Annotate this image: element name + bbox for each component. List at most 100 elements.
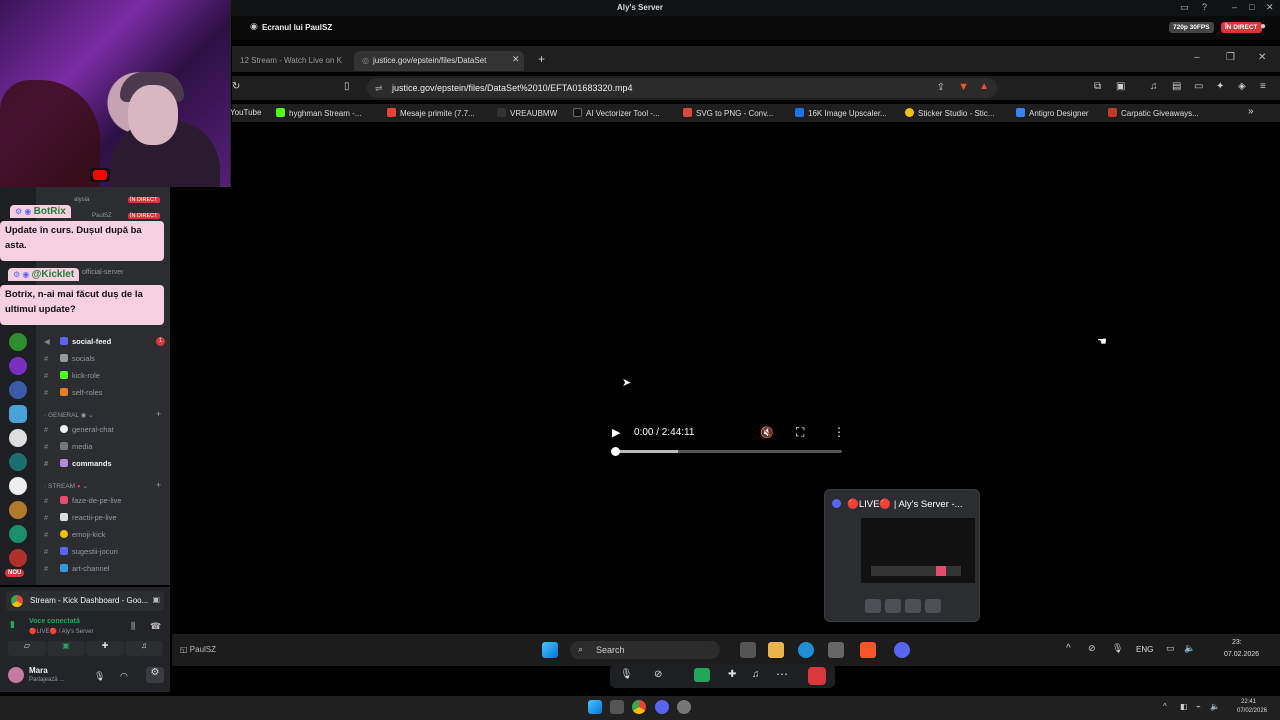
discord-icon[interactable] [655,700,669,714]
clock-date[interactable]: 07/02/2026 [1237,708,1267,714]
channel-self-roles[interactable]: # self-roles [44,388,102,397]
more-bookmarks-icon[interactable]: » [1248,106,1254,117]
channel-kick-role[interactable]: # kick-role [44,371,100,380]
clock-time[interactable]: 23: [1232,639,1242,646]
channel-commands[interactable]: # commands [44,459,112,468]
task-view-icon[interactable] [740,642,756,658]
minimize-browser-button[interactable]: – [1194,52,1200,63]
disconnect-button[interactable] [808,667,826,685]
disconnect-icon[interactable] [925,599,941,613]
start-menu-icon[interactable] [542,642,558,658]
chat-bubble-icon[interactable]: ● [1260,21,1266,32]
site-info-icon[interactable]: ⇌ [375,83,383,94]
tab-justice-gov[interactable]: ◎ justice.gov/epstein/files/DataSet [354,51,524,71]
server-icon[interactable] [9,333,27,351]
bookmark-gmail[interactable]: Mesaje primite (7.7... [387,108,475,118]
noise-suppression-icon[interactable]: ⫼ [131,621,135,632]
tab-kick-stream[interactable]: 12 Stream - Watch Live on K [232,51,350,71]
channel-faze-de-pe-live[interactable]: # faze-de-pe-live [44,496,122,505]
address-bar[interactable]: ⇌ justice.gov/epstein/files/DataSet%2010… [367,78,997,98]
more-icon[interactable]: ⋯ [776,667,788,681]
share-icon[interactable]: ⇪ [937,82,945,93]
network-icon[interactable]: ▭ [1166,643,1175,654]
avatar[interactable] [8,667,24,683]
server-icon[interactable] [9,501,27,519]
progress-handle[interactable] [611,447,620,456]
camera-button[interactable]: ▱ [8,641,46,656]
bluetooth-icon[interactable]: ⌁ [1196,702,1201,711]
brave-shield-icon[interactable]: ▼ [958,81,969,93]
activities-button[interactable]: ✚ [86,641,124,656]
bookmark-antigro[interactable]: Antigro Designer [1016,108,1089,118]
tray-chevron-icon[interactable]: ^ [1066,643,1071,654]
server-icon[interactable] [9,525,27,543]
clock-time[interactable]: 22:41 [1241,699,1256,705]
server-icon[interactable] [9,429,27,447]
volume-icon[interactable]: 🔈 [1210,702,1220,711]
server-icon[interactable] [9,405,27,423]
maximize-button[interactable]: □ [1249,2,1254,12]
bookmark-vreaubmw[interactable]: VREAUBMW [497,108,557,118]
headphones-icon[interactable] [905,599,921,613]
bookmark-svg-to-png[interactable]: SVG to PNG - Conv... [683,108,773,118]
camera-icon[interactable] [865,599,881,613]
channel-general-chat[interactable]: # general-chat [44,425,114,434]
brave-rewards-icon[interactable]: ▲ [979,81,989,92]
network-icon[interactable]: ◧ [1180,702,1188,711]
reload-icon[interactable]: ↻ [232,81,240,92]
bookmark-upscaler[interactable]: 16K Image Upscaler... [795,108,887,118]
add-channel-icon[interactable]: + [156,480,161,490]
soundboard-button[interactable]: ♫ [125,641,163,656]
discord-icon[interactable] [894,642,910,658]
close-tab-icon[interactable]: ✕ [512,54,520,65]
soundboard-icon[interactable]: ♫ [752,669,760,680]
close-browser-button[interactable]: ✕ [1258,52,1266,63]
bookmark-ai-vectorizer[interactable]: AI Vectorizer Tool -... [573,108,660,118]
wallet-icon[interactable]: ▭ [1194,81,1203,92]
server-icon[interactable] [9,477,27,495]
restore-browser-button[interactable]: ❐ [1226,52,1235,63]
disconnect-icon[interactable]: ☎ [150,621,161,632]
screen-share-icon[interactable] [694,668,710,682]
bookmark-sticker-studio[interactable]: Sticker Studio - Stic... [905,108,994,118]
brave-icon[interactable] [860,642,876,658]
server-icon[interactable] [9,549,27,567]
sidebar-icon[interactable]: ▤ [1172,81,1181,92]
extensions-icon[interactable]: ⧉ [1094,81,1101,92]
taskbar-search[interactable]: ⌕ Search [570,641,720,659]
server-icon[interactable] [9,381,27,399]
task-view-icon[interactable] [610,700,624,714]
channel-sugestii-jocuri[interactable]: # sugestii-jocuri [44,547,118,556]
fullscreen-icon[interactable]: ⛶ [796,425,804,440]
camera-off-icon[interactable]: ⊘ [654,669,662,680]
store-icon[interactable] [828,642,844,658]
stream-preview-popup[interactable]: 🔴LIVE🔴 | Aly's Server -... [824,489,980,622]
obs-icon[interactable] [677,700,691,714]
preview-thumbnail[interactable] [831,518,975,583]
leo-ai-icon[interactable]: ✦ [1216,81,1224,92]
screen-share-button[interactable]: ▣ [47,641,85,656]
edge-icon[interactable] [798,642,814,658]
activities-icon[interactable]: ✚ [728,669,736,680]
channel-social-feed[interactable]: ◀ social-feed [44,337,111,346]
channel-emoji-kick[interactable]: # emoji-kick [44,530,105,539]
language-indicator[interactable]: ENG [1136,645,1153,654]
bookmark-youtube[interactable]: YouTube [230,108,261,117]
channel-reactii-pe-live[interactable]: # reactii-pe-live [44,513,117,522]
server-icon[interactable] [9,453,27,471]
mute-icon[interactable]: 🔇 [760,426,774,439]
bookmark-carpatic[interactable]: Carpatic Giveaways... [1108,108,1199,118]
vpn-icon[interactable]: ◈ [1238,81,1246,92]
help-icon[interactable]: ? [1202,2,1207,12]
volume-icon[interactable]: 🔈 [1184,643,1195,654]
microphone-icon[interactable] [885,599,901,613]
popout-icon[interactable]: ▣ [152,595,160,604]
minimize-button[interactable]: – [1232,2,1237,12]
category-general[interactable]: · GENERAL ◉ ⌄ [44,411,94,419]
more-options-icon[interactable]: ⋮ [833,425,845,439]
bookmark-hyghman[interactable]: hyghman Stream -... [276,108,361,118]
new-tab-icon[interactable]: + [538,52,545,66]
play-button[interactable]: ▶ [612,426,620,439]
close-button[interactable]: ✕ [1266,2,1274,13]
add-channel-icon[interactable]: + [156,409,161,419]
